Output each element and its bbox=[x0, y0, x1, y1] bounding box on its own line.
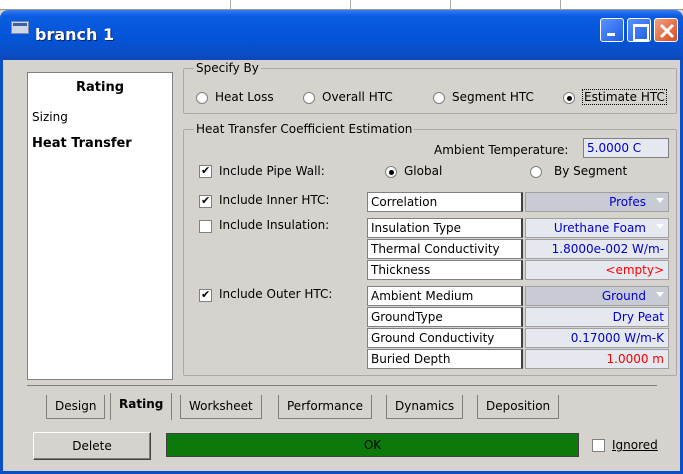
radio-segment-htc[interactable] bbox=[433, 92, 445, 104]
correlation-dropdown[interactable]: Profes bbox=[525, 192, 669, 212]
radio-heat-loss-label[interactable]: Heat Loss bbox=[215, 90, 274, 104]
sidebar-header: Rating bbox=[75, 80, 124, 95]
window-icon[interactable] bbox=[11, 21, 29, 34]
radio-overall-htc-label[interactable]: Overall HTC bbox=[322, 90, 393, 104]
include-outer-htc-label: Include Outer HTC: bbox=[219, 287, 333, 301]
include-outer-htc-checkbox[interactable] bbox=[199, 288, 212, 302]
radio-segment-htc-label[interactable]: Segment HTC bbox=[452, 90, 534, 104]
ambient-medium-dropdown[interactable]: Ground bbox=[525, 286, 669, 306]
close-button[interactable] bbox=[654, 18, 678, 42]
ambient-temperature-input[interactable]: 5.0000 C bbox=[583, 138, 669, 158]
window-title: branch 1 bbox=[35, 25, 115, 44]
sidebar-item-heat-transfer[interactable]: Heat Transfer bbox=[32, 136, 132, 151]
status-bar: OK bbox=[166, 433, 579, 457]
chevron-down-icon bbox=[656, 198, 664, 203]
include-insulation-checkbox[interactable] bbox=[199, 220, 212, 233]
include-insulation-label: Include Insulation: bbox=[219, 218, 330, 232]
tab-rating[interactable]: Rating bbox=[110, 393, 173, 420]
tabs-divider bbox=[27, 385, 657, 386]
tab-worksheet[interactable]: Worksheet bbox=[180, 395, 262, 419]
radio-heat-loss[interactable] bbox=[196, 92, 208, 104]
include-inner-htc-checkbox[interactable] bbox=[199, 194, 212, 208]
delete-button[interactable]: Delete bbox=[33, 432, 151, 460]
ambient-medium-value: Ground bbox=[601, 289, 646, 303]
background-strip bbox=[0, 0, 683, 10]
ground-conductivity-value[interactable]: 0.17000 W/m-K bbox=[525, 328, 669, 348]
thickness-value[interactable]: <empty> bbox=[525, 260, 669, 280]
buried-depth-value[interactable]: 1.0000 m bbox=[525, 349, 669, 369]
radio-global[interactable] bbox=[385, 166, 397, 178]
tab-dynamics[interactable]: Dynamics bbox=[386, 395, 464, 419]
chevron-down-icon bbox=[656, 292, 664, 297]
tab-design[interactable]: Design bbox=[46, 395, 106, 419]
insulation-type-value: Urethane Foam bbox=[553, 221, 646, 235]
tab-deposition[interactable]: Deposition bbox=[477, 395, 560, 419]
ground-type-label: GroundType bbox=[367, 307, 523, 327]
include-inner-htc-label: Include Inner HTC: bbox=[219, 193, 330, 207]
buried-depth-label: Buried Depth bbox=[367, 349, 523, 369]
sidebar-panel: Rating Sizing Heat Transfer bbox=[27, 72, 173, 380]
ambient-medium-label: Ambient Medium bbox=[367, 286, 523, 306]
thickness-label: Thickness bbox=[367, 260, 523, 280]
correlation-value: Profes bbox=[609, 195, 646, 209]
radio-global-label[interactable]: Global bbox=[404, 164, 442, 178]
include-pipe-wall-checkbox[interactable] bbox=[199, 164, 212, 178]
radio-estimate-htc[interactable] bbox=[563, 92, 575, 104]
tab-performance[interactable]: Performance bbox=[278, 395, 373, 419]
correlation-label: Correlation bbox=[367, 192, 523, 212]
minimize-button[interactable] bbox=[600, 18, 624, 42]
ground-type-value[interactable]: Dry Peat bbox=[525, 307, 669, 327]
thermal-conductivity-label: Thermal Conductivity bbox=[367, 239, 523, 259]
radio-estimate-htc-label[interactable]: Estimate HTC bbox=[582, 89, 667, 105]
ignored-checkbox[interactable] bbox=[592, 439, 605, 452]
insulation-type-label: Insulation Type bbox=[367, 218, 523, 238]
ground-conductivity-label: Ground Conductivity bbox=[367, 328, 523, 348]
specify-by-legend: Specify By bbox=[194, 61, 261, 75]
thermal-conductivity-value[interactable]: 1.8000e-002 W/m- bbox=[525, 239, 669, 259]
radio-by-segment[interactable] bbox=[530, 166, 542, 178]
ambient-temperature-label: Ambient Temperature: bbox=[434, 143, 569, 157]
radio-by-segment-label[interactable]: By Segment bbox=[554, 164, 627, 178]
maximize-button[interactable] bbox=[627, 18, 651, 42]
radio-overall-htc[interactable] bbox=[303, 92, 315, 104]
htc-estimation-legend: Heat Transfer Coefficient Estimation bbox=[194, 122, 415, 136]
include-pipe-wall-label: Include Pipe Wall: bbox=[219, 164, 325, 178]
insulation-type-dropdown[interactable]: Urethane Foam bbox=[525, 218, 669, 238]
sidebar-item-sizing[interactable]: Sizing bbox=[32, 110, 68, 124]
close-icon bbox=[659, 23, 675, 39]
ignored-label[interactable]: Ignored bbox=[612, 438, 658, 452]
chevron-down-icon bbox=[656, 224, 664, 229]
